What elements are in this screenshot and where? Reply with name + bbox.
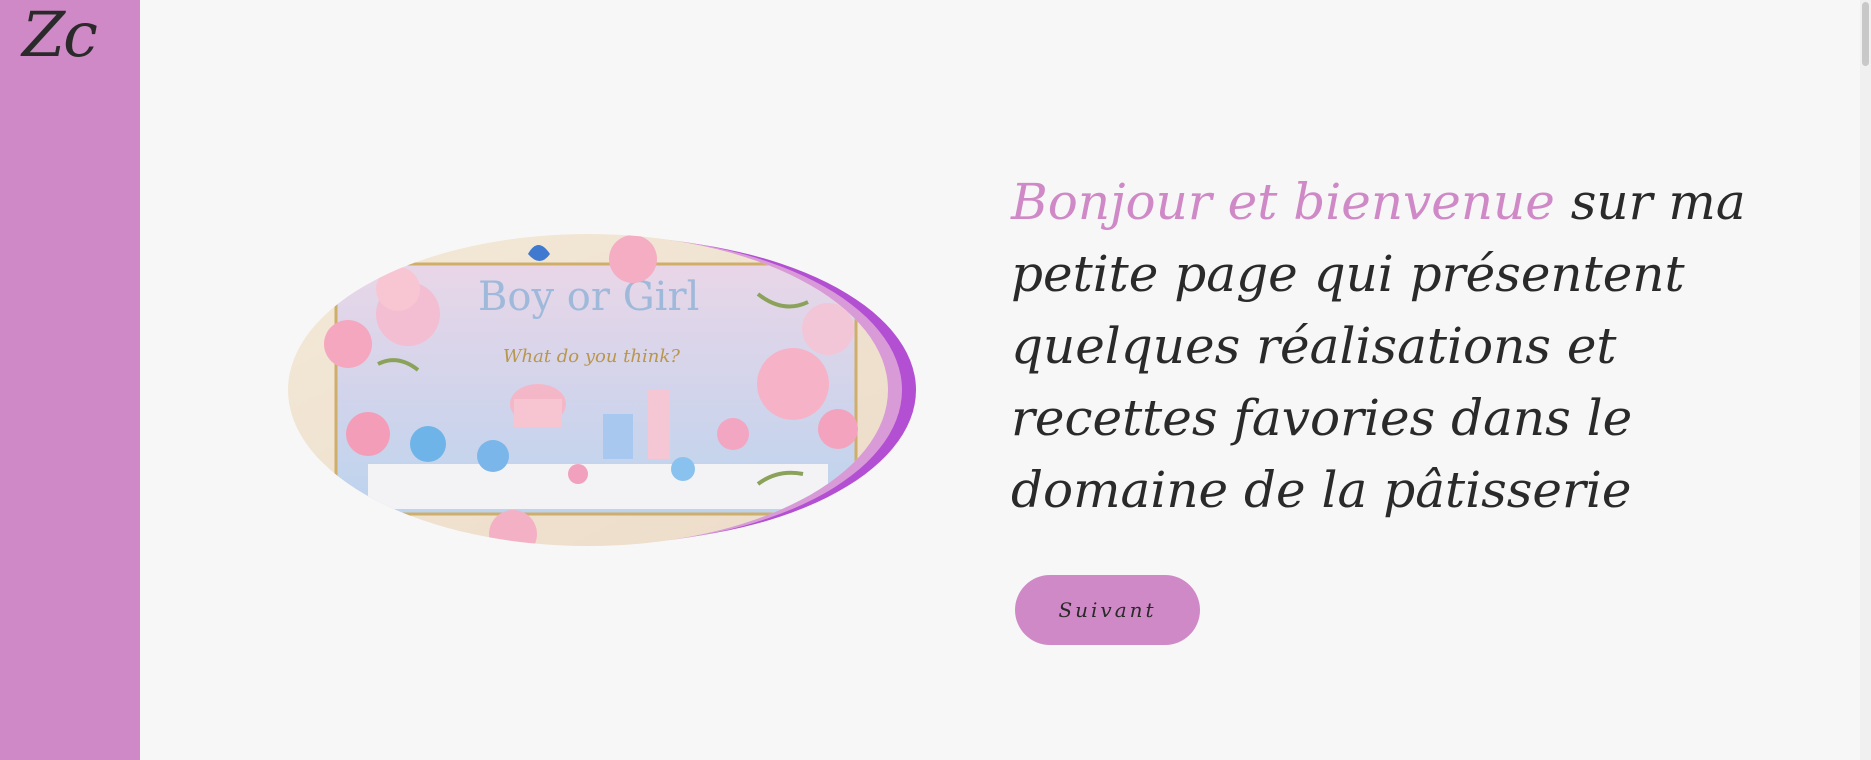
hero-image: Boy or Girl What do you think? — [288, 234, 916, 546]
scrollbar-thumb[interactable] — [1862, 2, 1869, 66]
site-logo[interactable]: Zc — [22, 0, 98, 71]
welcome-heading-accent: Bonjour et bienvenue — [1011, 173, 1555, 231]
welcome-heading: Bonjour et bienvenue sur ma petite page … — [1011, 166, 1791, 526]
sidebar: Zc — [0, 0, 140, 760]
party-photo: Boy or Girl What do you think? — [288, 234, 888, 546]
image-text-question: What do you think? — [503, 346, 680, 367]
image-text-boy-or-girl: Boy or Girl — [478, 274, 699, 320]
next-button[interactable]: Suivant — [1015, 575, 1200, 645]
vertical-scrollbar[interactable] — [1860, 0, 1871, 760]
